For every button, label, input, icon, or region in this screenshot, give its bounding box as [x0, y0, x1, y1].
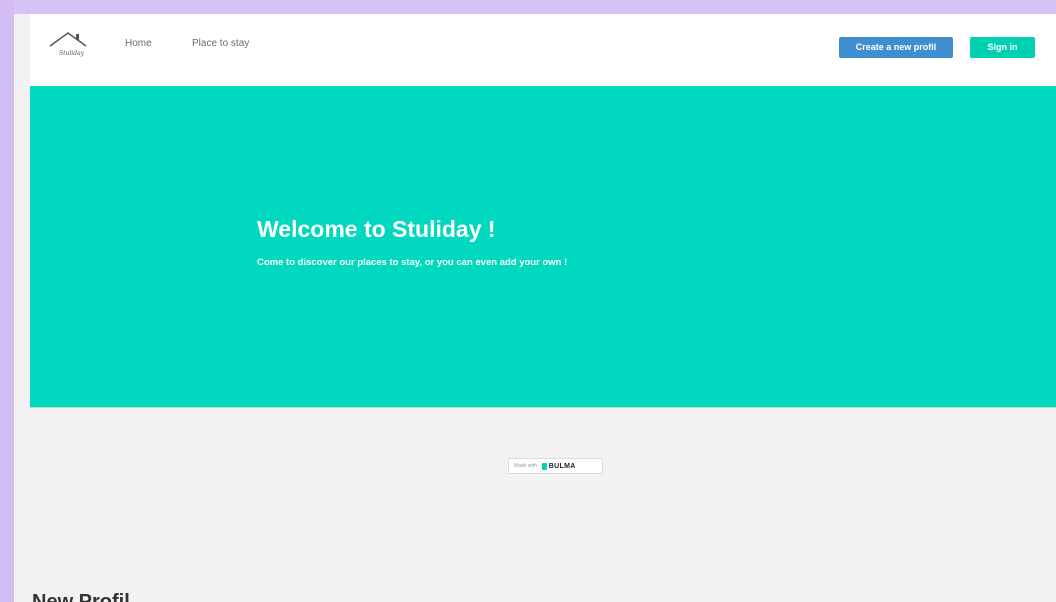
bulma-text: BULMA	[548, 462, 576, 470]
sign-in-button[interactable]: Sign in	[970, 37, 1035, 58]
house-roof-icon: Stuliday	[49, 32, 87, 57]
nav-link-place-to-stay[interactable]: Place to stay	[192, 38, 249, 49]
browser-left-strip	[0, 0, 14, 602]
create-profile-button[interactable]: Create a new profil	[839, 37, 953, 58]
logo-text: Stuliday	[59, 50, 85, 57]
page-content: Stuliday Home Place to stay Create a new…	[30, 14, 1056, 602]
browser-top-strip	[0, 0, 1056, 14]
hero-subtitle: Come to discover our places to stay, or …	[257, 257, 568, 268]
made-with-text: Made with	[514, 463, 537, 469]
hero-title: Welcome to Stuliday !	[257, 216, 496, 242]
stuliday-logo[interactable]: Stuliday	[48, 30, 88, 58]
new-profile-heading: New Profil	[32, 591, 130, 602]
navbar: Stuliday Home Place to stay Create a new…	[30, 14, 1056, 87]
nav-link-home[interactable]: Home	[125, 38, 152, 49]
footer: Made with BULMA	[30, 408, 1056, 602]
bulma-logo-icon	[541, 462, 547, 470]
page-viewport: Stuliday Home Place to stay Create a new…	[14, 14, 1056, 602]
made-with-bulma-badge[interactable]: Made with BULMA	[508, 458, 603, 474]
hero-section: Welcome to Stuliday ! Come to discover o…	[30, 86, 1056, 408]
